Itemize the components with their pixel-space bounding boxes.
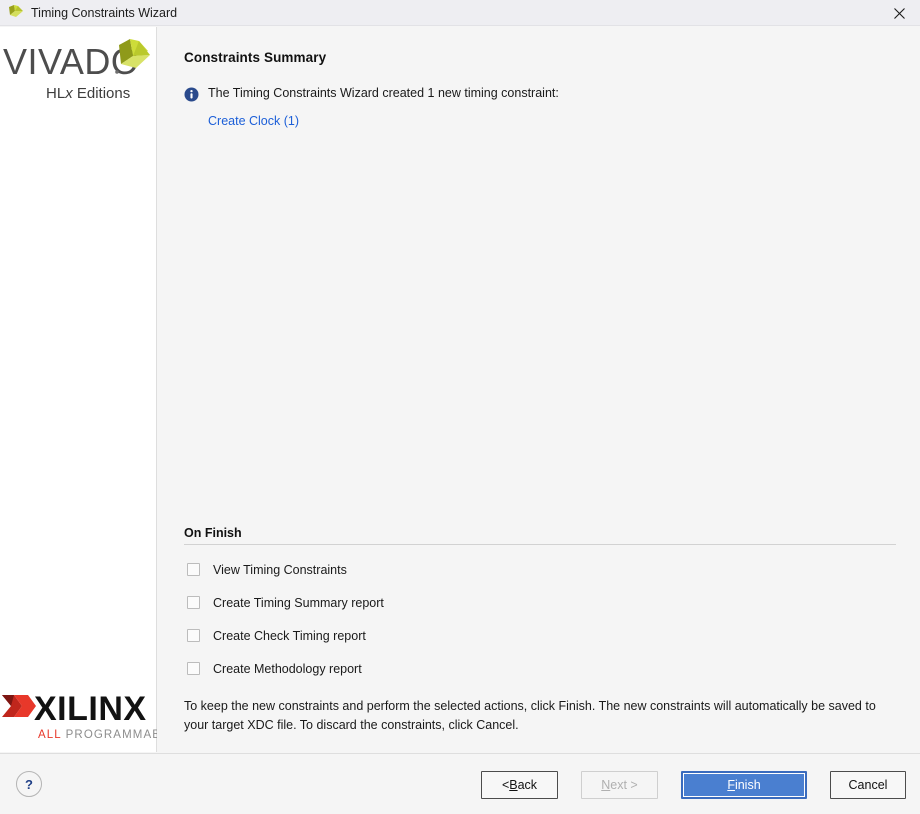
back-label-prefix: < [501, 778, 510, 792]
page-title: Constraints Summary [184, 50, 327, 65]
checkbox-create-methodology-report[interactable] [187, 662, 200, 675]
checkbox-label: Create Methodology report [213, 662, 362, 676]
title-bar: Timing Constraints Wizard [0, 0, 920, 26]
finish-button[interactable]: Finish [681, 771, 807, 799]
help-button[interactable]: ? [16, 771, 42, 797]
constraint-link-wrap: Create Clock (1) [208, 114, 299, 128]
checkbox-row-view-timing-constraints[interactable]: View Timing Constraints [184, 562, 896, 578]
checkbox-create-check-timing-report[interactable] [187, 629, 200, 642]
branding-sidebar: VIVADO HLx Editions XILINX ALL PROGRAMMA [0, 27, 180, 752]
main-content: Constraints Summary The Timing Constrain… [158, 27, 920, 752]
checkbox-view-timing-constraints[interactable] [187, 563, 200, 576]
window-title: Timing Constraints Wizard [31, 6, 178, 20]
checkbox-create-timing-summary-report[interactable] [187, 596, 200, 609]
finish-label-mnemonic: F [727, 778, 735, 792]
back-label-mnemonic: B [509, 778, 518, 792]
on-finish-label: On Finish [184, 526, 242, 540]
checkbox-label: Create Timing Summary report [213, 596, 384, 610]
svg-text:ALL PROGRAMMABLE.: ALL PROGRAMMABLE. [38, 729, 157, 741]
finish-label-suffix: inish [734, 778, 761, 792]
dialog-button-bar: ? < Back Next > Finish Cancel [0, 753, 920, 814]
checkbox-label: Create Check Timing report [213, 629, 366, 643]
next-button: Next > [581, 771, 658, 799]
on-finish-section: On Finish View Timing Constraints Create… [184, 526, 896, 677]
vivado-logo: VIVADO HLx Editions [0, 32, 157, 112]
checkbox-row-create-check-timing-report[interactable]: Create Check Timing report [184, 628, 896, 644]
checkbox-row-create-timing-summary-report[interactable]: Create Timing Summary report [184, 595, 896, 611]
info-icon [184, 87, 199, 102]
info-message: The Timing Constraints Wizard created 1 … [208, 86, 559, 100]
svg-text:VIVADO: VIVADO [3, 41, 139, 82]
checkbox-row-create-methodology-report[interactable]: Create Methodology report [184, 661, 896, 677]
next-label-suffix: ext > [610, 778, 638, 792]
next-label-mnemonic: N [601, 778, 611, 792]
back-button[interactable]: < Back [481, 771, 558, 799]
vivado-app-icon [8, 5, 25, 21]
section-divider [184, 544, 896, 545]
svg-text:HLx Editions: HLx Editions [46, 85, 130, 102]
back-label-suffix: ack [517, 778, 538, 792]
instruction-paragraph: To keep the new constraints and perform … [184, 699, 876, 732]
timing-constraints-wizard-dialog: Timing Constraints Wizard VIVADO HLx Edi… [0, 0, 920, 814]
xilinx-logo: XILINX ALL PROGRAMMABLE. [0, 681, 180, 743]
close-icon[interactable] [878, 0, 920, 26]
cancel-button[interactable]: Cancel [830, 771, 906, 799]
svg-text:XILINX: XILINX [34, 690, 147, 728]
create-clock-link[interactable]: Create Clock (1) [208, 114, 299, 128]
checkbox-label: View Timing Constraints [213, 563, 347, 577]
